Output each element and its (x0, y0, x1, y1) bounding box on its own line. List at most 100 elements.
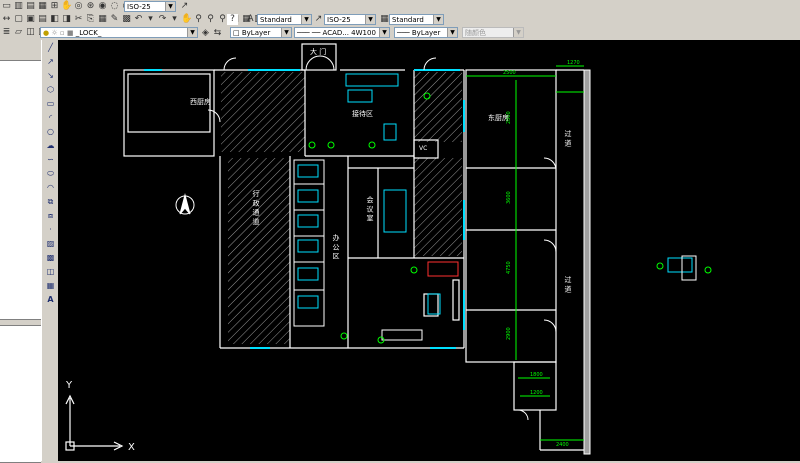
chevron-down-icon[interactable]: ▼ (281, 28, 291, 37)
layer-icon-a[interactable]: ◫ (25, 27, 36, 38)
thick-east-wall (583, 69, 591, 455)
mtext-icon[interactable]: A (44, 294, 57, 306)
print-icon[interactable]: ▤ (37, 14, 48, 25)
color-combo[interactable]: □ ByLayer ▼ (230, 27, 292, 38)
table-icon[interactable]: ▦ (44, 280, 57, 292)
dim-icon[interactable]: ↗ (179, 1, 190, 12)
hatch-area-1 (221, 72, 305, 152)
chevron-down-icon[interactable]: ▼ (301, 15, 311, 24)
ucs-x-label: X (128, 442, 135, 453)
dimension-style-icon[interactable]: ↗ (313, 14, 324, 25)
dimstyle-combo-2[interactable]: ISO-25 ▼ (324, 14, 376, 25)
chevron-down-icon[interactable]: ▼ (365, 15, 375, 24)
make-block-icon[interactable]: ⧈ (44, 210, 57, 222)
textstyle-combo[interactable]: Standard ▼ (257, 14, 312, 25)
hatch-area-4 (414, 158, 462, 256)
lineweight-combo-value: ByLayer (411, 29, 441, 37)
zoom-rt-icon[interactable]: ⚲ (193, 14, 204, 25)
dim-top-right: 1270 (567, 60, 580, 66)
tablestyle-combo[interactable]: Standard ▼ (389, 14, 444, 25)
new-icon[interactable]: ▭ (1, 1, 12, 12)
publish-icon[interactable]: ◨ (61, 14, 72, 25)
dock-palette-lower[interactable] (0, 325, 41, 463)
zoom-win-icon[interactable]: ⚲ (205, 14, 216, 25)
ellipse-arc-icon[interactable]: ◠ (44, 182, 57, 194)
layer-manager-icon[interactable]: ≣ (1, 27, 12, 38)
dim-v2: 3600 (506, 191, 512, 204)
save-icon[interactable]: ▣ (25, 14, 36, 25)
label-corridor-1: 过 道 (564, 129, 572, 147)
construction-line-icon[interactable]: ↗ (44, 56, 57, 68)
ellipse-icon[interactable]: ⬭ (44, 168, 57, 180)
pan-icon[interactable]: ✋ (61, 1, 72, 12)
chevron-down-icon[interactable]: ▼ (165, 2, 175, 11)
copy-icon[interactable]: ⎘ (85, 14, 96, 25)
zoom-prev-icon[interactable]: ◌ (109, 1, 120, 12)
dimstyle-combo[interactable]: ISO-25 ▼ (124, 1, 176, 12)
circle-icon[interactable]: ○ (44, 126, 57, 138)
open-icon[interactable]: ▢ (13, 14, 24, 25)
paste-icon[interactable]: ▦ (97, 14, 108, 25)
help-button-icon[interactable]: ? (227, 14, 238, 25)
zoom-icon[interactable]: ◎ (73, 1, 84, 12)
line-icon[interactable]: ╱ (44, 42, 57, 54)
polygon-icon[interactable]: ⬡ (44, 84, 57, 96)
revcloud-icon[interactable]: ☁ (44, 140, 57, 152)
draw-toolbar: ╱ ↗ ↘ ⬡ ▭ ◜ ○ ☁ ∽ ⬭ ◠ ⧉ ⧈ · ▨ ▩ ◫ ▦ A (41, 40, 59, 461)
zoom-window-icon[interactable]: ◉ (97, 1, 108, 12)
drawing-canvas[interactable]: 2500 1270 2800 3600 4750 2900 1800 1200 … (58, 40, 800, 461)
label-meeting-room: 会 议 室 (366, 195, 374, 221)
chevron-down-icon[interactable]: ▼ (187, 28, 197, 37)
linetype-preview-icon: ─── ── (297, 29, 323, 37)
tablestyle-combo-value: Standard (392, 16, 424, 24)
dim-b2: 1200 (530, 390, 543, 396)
pan2-icon[interactable]: ✋ (181, 14, 192, 25)
label-west-kitchen: 西厨房 (190, 97, 211, 106)
region-icon[interactable]: ◫ (44, 266, 57, 278)
pan-realtime-icon[interactable]: ↔ (1, 14, 12, 25)
undo-dd-icon[interactable]: ▾ (145, 14, 156, 25)
layout-icon[interactable]: ▥ (13, 1, 24, 12)
match-icon[interactable]: ✎ (109, 14, 120, 25)
preview-icon[interactable]: ◧ (49, 14, 60, 25)
redo-icon[interactable]: ↷ (157, 14, 168, 25)
chevron-down-icon[interactable]: ▼ (433, 15, 443, 24)
layout3-icon[interactable]: ▦ (37, 1, 48, 12)
dim-v3: 4750 (506, 261, 512, 274)
arc-icon[interactable]: ◜ (44, 112, 57, 124)
make-current-icon[interactable]: ◈ (200, 28, 211, 39)
label-corridor-2: 过 道 (564, 275, 572, 293)
north-arrow-icon (175, 193, 195, 215)
hatch-icon[interactable]: ▨ (44, 238, 57, 250)
label-east-kitchen: 东厨房 (488, 113, 509, 122)
rectangle-icon[interactable]: ▭ (44, 98, 57, 110)
undo-icon[interactable]: ↶ (133, 14, 144, 25)
polyline-icon[interactable]: ↘ (44, 70, 57, 82)
properties-icon[interactable]: ⊛ (85, 1, 96, 12)
label-side-corridor: 行 政 通 道 (252, 189, 260, 226)
layer-combo[interactable]: ● ☼ ▫ ■ _LOCK_ ▼ (40, 27, 198, 38)
point-icon[interactable]: · (44, 224, 57, 236)
cut-icon[interactable]: ✂ (73, 14, 84, 25)
chevron-down-icon[interactable]: ▼ (513, 28, 523, 37)
dimension-lines (466, 65, 584, 441)
layer-previous-icon[interactable]: ⇆ (212, 28, 223, 39)
redo-dd-icon[interactable]: ▾ (169, 14, 180, 25)
ucs-y-label: Y (65, 380, 73, 391)
gradient-icon[interactable]: ▩ (44, 252, 57, 264)
chevron-down-icon[interactable]: ▼ (447, 28, 457, 37)
linetype-combo[interactable]: ─── ── ACAD... 4W100 ▼ (294, 27, 390, 38)
plotstyle-combo[interactable]: 随颜色 ▼ (462, 27, 524, 38)
lock-icon: ▫ (59, 29, 65, 37)
layer-prev-icon[interactable]: ▱ (13, 27, 24, 38)
dock-palette-upper[interactable] (0, 60, 41, 320)
chevron-down-icon[interactable]: ▼ (379, 28, 389, 37)
block-icon[interactable]: ▩ (121, 14, 132, 25)
spline-icon[interactable]: ∽ (44, 154, 57, 166)
draw-order-icon[interactable]: ⊞ (49, 1, 60, 12)
lineweight-combo[interactable]: ─── ByLayer ▼ (394, 27, 458, 38)
layout2-icon[interactable]: ▤ (25, 1, 36, 12)
insert-block-icon[interactable]: ⧉ (44, 196, 57, 208)
lineweight-preview-icon: ─── (397, 29, 412, 37)
text-style-icon[interactable]: A (245, 14, 256, 25)
